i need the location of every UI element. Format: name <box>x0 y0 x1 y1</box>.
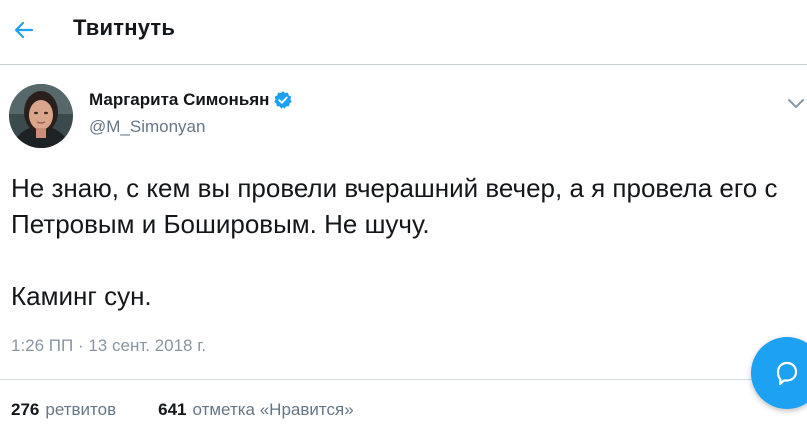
tweet-stats: 276 ретвитов 641 отметка «Нравится» <box>11 400 396 420</box>
page-title: Твитнуть <box>73 15 176 40</box>
back-button[interactable] <box>8 14 40 46</box>
likes-stat[interactable]: 641 отметка «Нравится» <box>158 400 354 420</box>
retweets-count: 276 <box>11 400 40 419</box>
author[interactable]: Маргарита Симоньян <box>89 90 293 110</box>
tweet-timestamp[interactable]: 1:26 ПП · 13 сент. 2018 г. <box>11 336 206 356</box>
tweet-paragraph: Каминг сун. <box>11 281 152 311</box>
retweets-label: ретвитов <box>45 400 117 419</box>
likes-label: отметка «Нравится» <box>192 400 354 419</box>
likes-count: 641 <box>158 400 187 419</box>
tweet-paragraph: Не знаю, с кем вы провели вчерашний вече… <box>11 173 778 239</box>
compose-reply-icon <box>776 361 798 386</box>
author-handle[interactable]: @M_Simonyan <box>89 117 205 137</box>
divider <box>0 379 807 380</box>
chevron-down-icon <box>788 99 804 108</box>
tweet-menu-button[interactable] <box>785 92 807 114</box>
avatar[interactable] <box>9 84 73 148</box>
retweets-stat[interactable]: 276 ретвитов <box>11 400 116 420</box>
tweet-text: Не знаю, с кем вы провели вчерашний вече… <box>11 170 801 314</box>
arrow-left-icon <box>14 21 34 39</box>
compose-reply-button[interactable] <box>751 337 807 409</box>
top-bar: Твитнуть <box>0 0 807 65</box>
author-name[interactable]: Маргарита Симоньян <box>89 90 269 110</box>
verified-badge-icon <box>273 90 293 110</box>
